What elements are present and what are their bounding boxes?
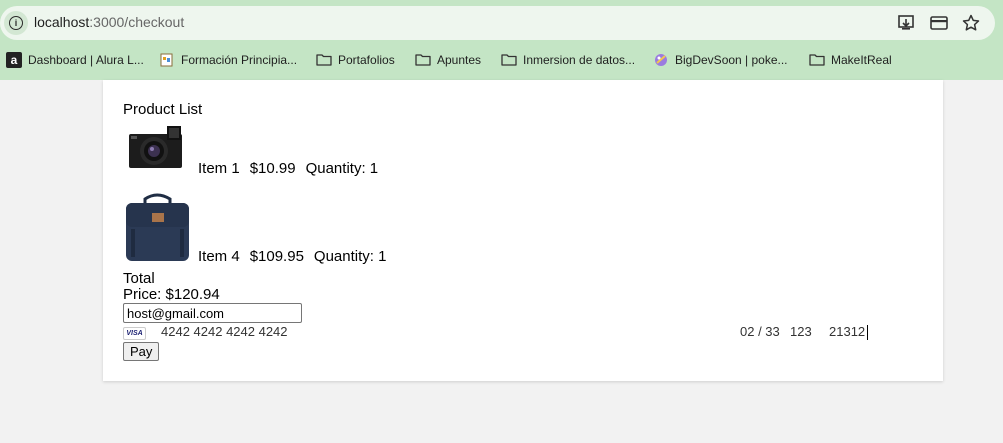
- bookmark-label: Inmersion de datos...: [523, 53, 636, 67]
- pay-button[interactable]: Pay: [123, 342, 160, 361]
- bookmark-dashboard-alura[interactable]: a Dashboard | Alura L...: [6, 48, 144, 72]
- bookmark-apuntes[interactable]: Apuntes: [415, 48, 481, 72]
- product-price: $109.95: [249, 248, 304, 265]
- url-text[interactable]: localhost:3000/checkout: [34, 14, 184, 30]
- total-price: Total Price: $120.94: [123, 271, 220, 303]
- product-name: Item 4: [198, 248, 240, 265]
- card-element[interactable]: VISA 4242 4242 4242 4242 02 / 33 123 213…: [123, 324, 923, 340]
- text-caret: [867, 325, 868, 340]
- camera-image: [123, 124, 186, 177]
- card-autofill-icon[interactable]: [929, 13, 949, 33]
- bookmark-portafolios[interactable]: Portafolios: [316, 48, 395, 72]
- visa-icon: VISA: [123, 327, 146, 340]
- page-title: Product List: [123, 101, 203, 118]
- bookmark-label: MakeItReal: [831, 53, 892, 67]
- browser-chrome: i localhost:3000/checkout a Dashboard | …: [0, 0, 1003, 80]
- bookmark-makeitreal[interactable]: MakeItReal: [809, 48, 892, 72]
- bookmark-label: Apuntes: [437, 53, 482, 67]
- product-row: Item 1 $10.99 Quantity: 1: [123, 124, 388, 177]
- bookmark-label: Formación Principia...: [181, 53, 298, 67]
- site-info-icon[interactable]: i: [4, 11, 28, 35]
- folder-icon: [501, 52, 517, 68]
- card-number-field[interactable]: 4242 4242 4242 4242: [161, 324, 288, 339]
- folder-icon: [809, 52, 825, 68]
- total-label: Total: [123, 270, 155, 287]
- bookmark-label: BigDevSoon | poke...: [675, 53, 788, 67]
- bookmark-label: Portafolios: [338, 53, 395, 67]
- product-price: $10.99: [249, 160, 296, 177]
- backpack-image: [123, 193, 192, 265]
- checkout-card: Product List Item 1 $10.99 Quantity: 1 I…: [103, 80, 943, 381]
- bookmark-star-icon[interactable]: [961, 13, 981, 33]
- product-quantity: Quantity: 1: [313, 248, 387, 265]
- email-field[interactable]: [123, 303, 302, 323]
- alura-icon: a: [6, 52, 22, 68]
- install-app-icon[interactable]: [897, 13, 917, 33]
- card-expiry-field[interactable]: 02 / 33: [740, 324, 780, 339]
- bookmark-formacion[interactable]: Formación Principia...: [159, 48, 297, 72]
- product-name: Item 1: [198, 160, 240, 177]
- folder-icon: [415, 52, 431, 68]
- product-row: Item 4 $109.95 Quantity: 1: [123, 193, 396, 265]
- folder-icon: [316, 52, 332, 68]
- card-cvc-field[interactable]: 123: [790, 324, 812, 339]
- url-path: :3000/checkout: [89, 14, 185, 30]
- total-price-value: Price: $120.94: [123, 286, 220, 303]
- product-quantity: Quantity: 1: [305, 160, 379, 177]
- bookmark-inmersion[interactable]: Inmersion de datos...: [501, 48, 635, 72]
- bigdevsoon-icon: [653, 52, 669, 68]
- url-host: localhost: [34, 14, 90, 30]
- bookmark-label: Dashboard | Alura L...: [28, 53, 144, 67]
- page-icon: [159, 52, 175, 68]
- address-bar[interactable]: i localhost:3000/checkout: [0, 6, 995, 40]
- bookmark-bigdevsoon[interactable]: BigDevSoon | poke...: [653, 48, 788, 72]
- card-zip-field[interactable]: 21312: [829, 324, 865, 339]
